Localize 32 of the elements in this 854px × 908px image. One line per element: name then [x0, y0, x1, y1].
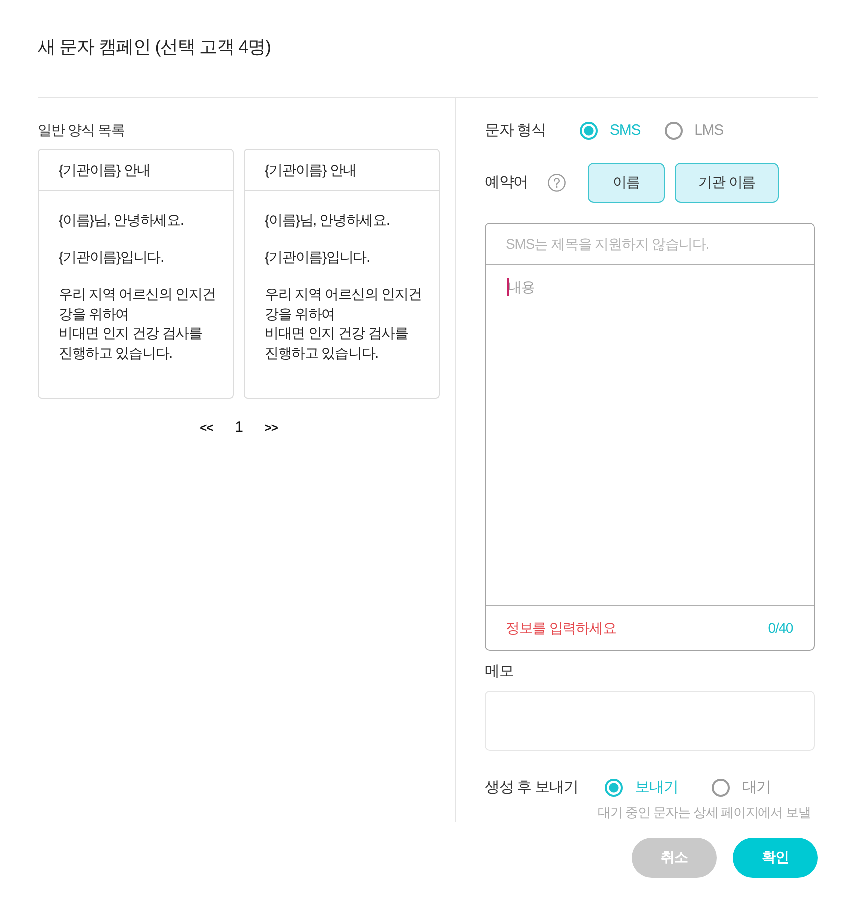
hint-text: 대기 중인 문자는 상세 페이지에서 보낼: [598, 805, 811, 821]
template-card[interactable]: {기관이름} 안내 {이름}님, 안녕하세요. {기관이름}입니다. 우리 지역 어르신의 인지건강을 위하여 비대면 인지 건강 검사를 진행하고 있습니다.: [244, 149, 440, 399]
template-text: 우리 지역 어르신의 인지건강을 위하여 비대면 인지 건강 검사를 진행하고 있습니다.: [265, 285, 423, 362]
title-field[interactable]: SMS는 제목을 지원하지 않습니다.: [486, 224, 814, 265]
radio-icon[interactable]: [580, 122, 598, 140]
field-label: 예약어: [485, 173, 528, 193]
next-page-button[interactable]: >>: [264, 418, 278, 438]
template-text: {기관이름}입니다.: [265, 248, 371, 267]
page-number[interactable]: 1: [235, 418, 243, 438]
radio-icon[interactable]: [664, 122, 683, 140]
error-message: 정보를 입력하세요: [506, 619, 616, 638]
reserved-word-button[interactable]: 기관 이름: [675, 163, 780, 203]
radio-icon[interactable]: [712, 779, 730, 797]
help-icon[interactable]: [548, 174, 566, 192]
template-text: 우리 지역 어르신의 인지건강을 위하여 비대면 인지 건강 검사를 진행하고 있습니다.: [59, 285, 217, 362]
reserved-word-button[interactable]: 이름: [588, 163, 666, 203]
template-card[interactable]: {기관이름} 안내 {이름}님, 안녕하세요. {기관이름}입니다. 우리 지역 어르신의 인지건강을 위하여 비대면 인지 건강 검사를 진행하고 있습니다.: [38, 149, 234, 399]
list-heading: 일반 양식 목록: [38, 121, 125, 140]
character-counter: 0/40: [768, 619, 793, 638]
dialog-title: 새 문자 캠페인 (선택 고객 4명): [38, 36, 271, 58]
template-text: {이름}님, 안녕하세요.: [265, 211, 391, 230]
radio-icon[interactable]: [605, 779, 624, 797]
field-label: 메모: [485, 662, 514, 682]
template-text: {이름}님, 안녕하세요.: [59, 211, 185, 230]
field-label: 문자 형식: [485, 121, 547, 141]
template-title: {기관이름} 안내: [59, 161, 150, 180]
template-title: {기관이름} 안내: [265, 161, 356, 180]
field-label: 생성 후 보내기: [485, 778, 578, 798]
previous-page-button[interactable]: <<: [200, 418, 214, 438]
template-text: {기관이름}입니다.: [59, 248, 165, 267]
message-editor[interactable]: SMS는 제목을 지원하지 않습니다. 내용 정보를 입력하세요 0/40: [485, 223, 815, 651]
memo-field[interactable]: [485, 691, 815, 751]
